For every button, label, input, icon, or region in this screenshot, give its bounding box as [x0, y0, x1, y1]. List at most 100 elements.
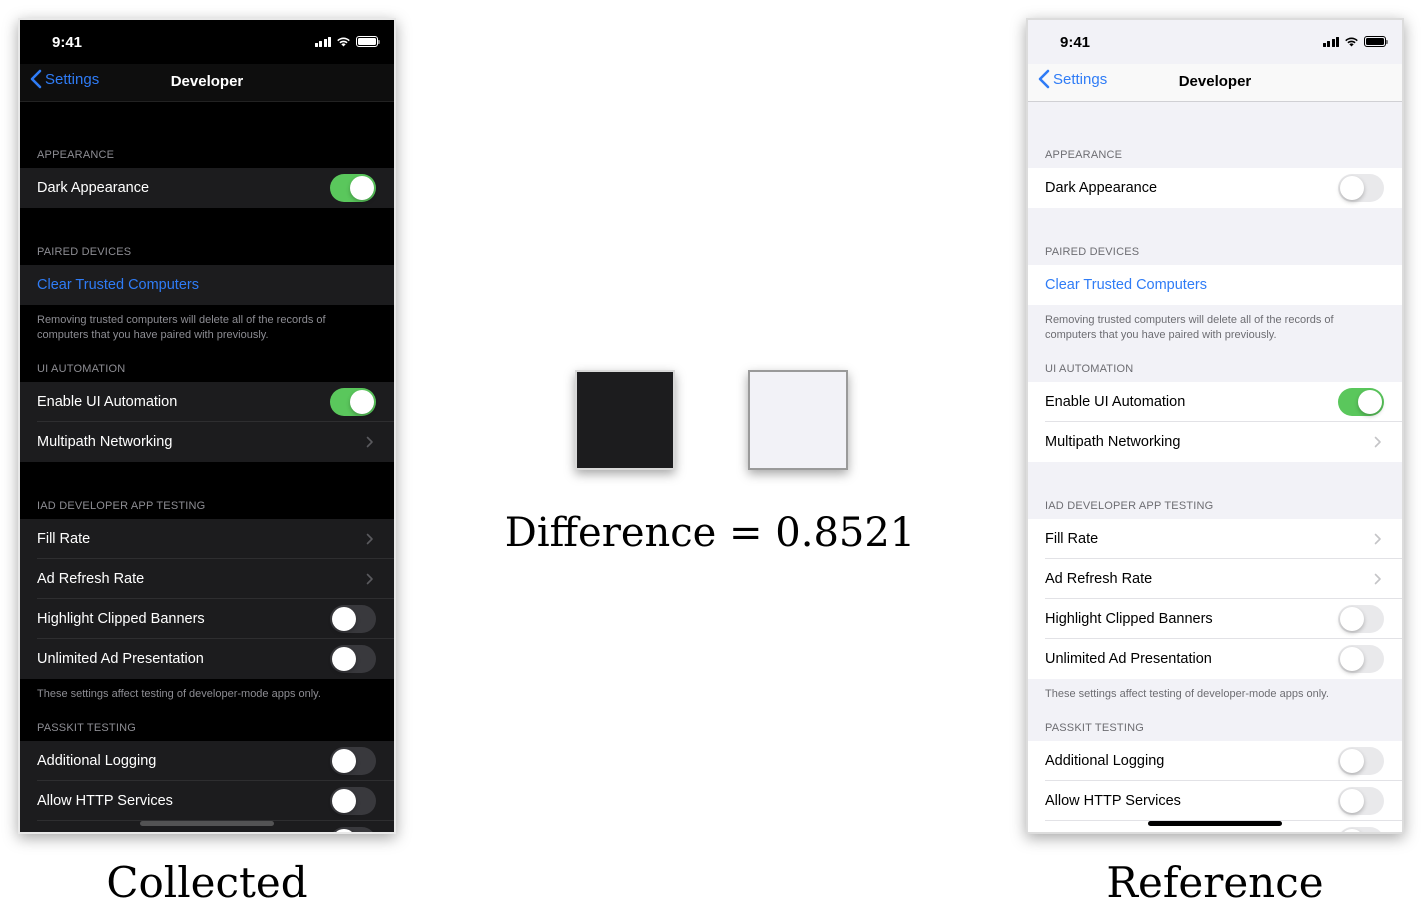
- collected-screenshot: 9:41 Settings Developer APPEARANCE Dark …: [18, 18, 396, 834]
- row-additional-logging[interactable]: Additional Logging: [1028, 741, 1402, 781]
- navigation-bar: Settings Developer: [1028, 64, 1402, 102]
- status-icons: [314, 36, 380, 47]
- row-unlimited-ad-presentation[interactable]: Unlimited Ad Presentation: [1028, 639, 1402, 679]
- row-label: Highlight Clipped Banners: [37, 611, 205, 627]
- home-indicator[interactable]: [1148, 821, 1282, 826]
- row-label: Fill Rate: [1045, 531, 1099, 547]
- chevron-right-icon: [1374, 573, 1381, 585]
- row-label: Fill Rate: [37, 531, 91, 547]
- settings-list: APPEARANCE Dark Appearance PAIRED DEVICE…: [1028, 102, 1402, 832]
- row-label: Highlight Clipped Banners: [1045, 611, 1213, 627]
- row-unlimited-ad-presentation[interactable]: Unlimited Ad Presentation: [20, 639, 394, 679]
- row-highlight-clipped-banners[interactable]: Highlight Clipped Banners: [20, 599, 394, 639]
- allow-http-services-toggle[interactable]: [1338, 787, 1384, 815]
- row-label: Allow HTTP Services: [1045, 793, 1181, 809]
- section-header-appearance: APPEARANCE: [37, 149, 115, 161]
- wifi-icon: [337, 37, 350, 47]
- iad-footer: These settings affect testing of develop…: [37, 688, 321, 700]
- section-header-passkit: PASSKIT TESTING: [37, 722, 136, 734]
- clear-trusted-computers-button[interactable]: Clear Trusted Computers: [20, 265, 394, 305]
- row-label: Ad Refresh Rate: [1045, 571, 1153, 587]
- row-label: Multipath Networking: [37, 434, 173, 450]
- row-label: Enable UI Automation: [1045, 394, 1186, 410]
- chevron-right-icon: [1374, 533, 1381, 545]
- enable-ui-automation-toggle[interactable]: [1338, 388, 1384, 416]
- row-label: Dark Appearance: [1045, 180, 1158, 196]
- row-fill-rate[interactable]: Fill Rate: [20, 519, 394, 559]
- disable-rate-limiting-toggle[interactable]: [1338, 827, 1384, 832]
- chevron-right-icon: [366, 533, 373, 545]
- row-additional-logging[interactable]: Additional Logging: [20, 741, 394, 781]
- row-enable-ui-automation[interactable]: Enable UI Automation: [20, 382, 394, 422]
- chevron-right-icon: [366, 573, 373, 585]
- home-indicator[interactable]: [140, 821, 274, 826]
- battery-icon: [1364, 36, 1388, 47]
- row-allow-http-services[interactable]: Allow HTTP Services: [1028, 781, 1402, 821]
- row-allow-http-services[interactable]: Allow HTTP Services: [20, 781, 394, 821]
- cellular-signal-icon: [1322, 36, 1339, 47]
- allow-http-services-toggle[interactable]: [330, 787, 376, 815]
- chevron-left-icon: [30, 69, 42, 89]
- reference-color-swatch: [748, 370, 848, 470]
- row-label: Additional Logging: [1045, 753, 1165, 769]
- section-header-passkit: PASSKIT TESTING: [1045, 722, 1144, 734]
- row-dark-appearance[interactable]: Dark Appearance: [20, 168, 394, 208]
- row-highlight-clipped-banners[interactable]: Highlight Clipped Banners: [1028, 599, 1402, 639]
- difference-label: Difference = 0.8521: [504, 510, 916, 556]
- cellular-signal-icon: [314, 36, 331, 47]
- iad-footer: These settings affect testing of develop…: [1045, 688, 1329, 700]
- reference-screenshot: 9:41 Settings Developer APPEARANCE Dark …: [1026, 18, 1404, 834]
- row-label: Ad Refresh Rate: [37, 571, 145, 587]
- back-button[interactable]: Settings: [1038, 69, 1107, 89]
- status-time: 9:41: [52, 34, 83, 51]
- row-label: Additional Logging: [37, 753, 157, 769]
- reference-caption: Reference: [1106, 858, 1324, 907]
- section-header-appearance: APPEARANCE: [1045, 149, 1123, 161]
- back-label: Settings: [1053, 70, 1108, 88]
- row-label: Unlimited Ad Presentation: [1045, 651, 1212, 667]
- additional-logging-toggle[interactable]: [330, 747, 376, 775]
- section-header-paired-devices: PAIRED DEVICES: [1045, 246, 1140, 258]
- section-header-ui-automation: UI AUTOMATION: [37, 363, 126, 375]
- chevron-right-icon: [366, 436, 373, 448]
- row-ad-refresh-rate[interactable]: Ad Refresh Rate: [20, 559, 394, 599]
- status-bar: 9:41: [20, 20, 394, 64]
- paired-devices-footer: Removing trusted computers will delete a…: [1045, 314, 1334, 341]
- row-ad-refresh-rate[interactable]: Ad Refresh Rate: [1028, 559, 1402, 599]
- row-label: Disable Rate Limiting: [1045, 833, 1338, 834]
- unlimited-ad-presentation-toggle[interactable]: [1338, 645, 1384, 673]
- highlight-clipped-banners-toggle[interactable]: [330, 605, 376, 633]
- section-header-iad: IAD DEVELOPER APP TESTING: [37, 500, 206, 512]
- settings-list: APPEARANCE Dark Appearance PAIRED DEVICE…: [20, 102, 394, 832]
- row-dark-appearance[interactable]: Dark Appearance: [1028, 168, 1402, 208]
- enable-ui-automation-toggle[interactable]: [330, 388, 376, 416]
- row-enable-ui-automation[interactable]: Enable UI Automation: [1028, 382, 1402, 422]
- disable-rate-limiting-toggle[interactable]: [330, 827, 376, 832]
- row-fill-rate[interactable]: Fill Rate: [1028, 519, 1402, 559]
- section-header-paired-devices: PAIRED DEVICES: [37, 246, 132, 258]
- back-button[interactable]: Settings: [30, 69, 99, 89]
- status-bar: 9:41: [1028, 20, 1402, 64]
- section-header-iad: IAD DEVELOPER APP TESTING: [1045, 500, 1214, 512]
- row-label: Multipath Networking: [1045, 434, 1181, 450]
- row-multipath-networking[interactable]: Multipath Networking: [1028, 422, 1402, 462]
- row-label: Disable Rate Limiting: [37, 833, 330, 834]
- chevron-right-icon: [1374, 436, 1381, 448]
- unlimited-ad-presentation-toggle[interactable]: [330, 645, 376, 673]
- highlight-clipped-banners-toggle[interactable]: [1338, 605, 1384, 633]
- dark-appearance-toggle[interactable]: [330, 174, 376, 202]
- dark-appearance-toggle[interactable]: [1338, 174, 1384, 202]
- row-label: Clear Trusted Computers: [1045, 277, 1207, 293]
- status-time: 9:41: [1060, 34, 1091, 51]
- section-header-ui-automation: UI AUTOMATION: [1045, 363, 1134, 375]
- additional-logging-toggle[interactable]: [1338, 747, 1384, 775]
- back-label: Settings: [45, 70, 100, 88]
- battery-icon: [356, 36, 380, 47]
- collected-caption: Collected: [106, 858, 308, 907]
- status-icons: [1322, 36, 1388, 47]
- row-multipath-networking[interactable]: Multipath Networking: [20, 422, 394, 462]
- navigation-bar: Settings Developer: [20, 64, 394, 102]
- row-label: Clear Trusted Computers: [37, 277, 199, 293]
- row-label: Allow HTTP Services: [37, 793, 173, 809]
- clear-trusted-computers-button[interactable]: Clear Trusted Computers: [1028, 265, 1402, 305]
